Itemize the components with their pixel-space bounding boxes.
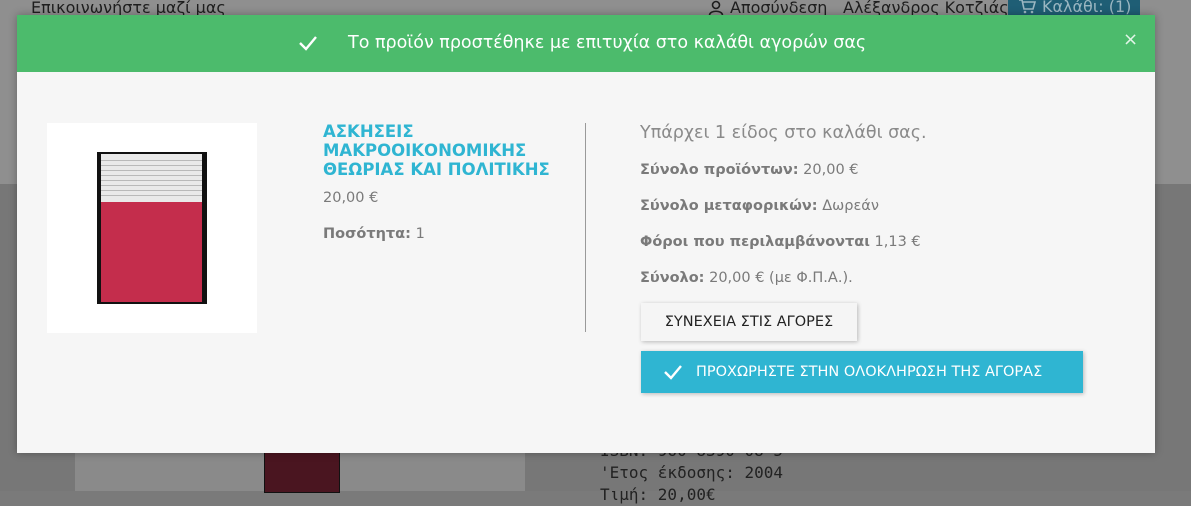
price-text: Τιμή: 20,00€ bbox=[600, 485, 716, 504]
products-total-value: 20,00 € bbox=[803, 162, 859, 178]
modal-header: Το προϊόν προστέθηκε με επιτυχία στο καλ… bbox=[17, 15, 1155, 72]
cart-icon bbox=[1019, 0, 1036, 14]
cart-count-text: Υπάρχει 1 είδος στο καλάθι σας. bbox=[640, 123, 927, 143]
grand-total: Σύνολο: 20,00 € (με Φ.Π.Α.). bbox=[640, 270, 853, 286]
product-cover-image bbox=[264, 452, 340, 493]
products-total: Σύνολο προϊόντων: 20,00 € bbox=[640, 162, 859, 178]
product-image bbox=[47, 123, 257, 333]
product-name: Ασκησεις Μακροοικονομικης Θεωριας και Πο… bbox=[323, 122, 550, 179]
quantity-value: 1 bbox=[415, 226, 425, 242]
taxes-label: Φόροι που περιλαμβάνονται bbox=[640, 234, 870, 250]
taxes-value: 1,13 € bbox=[874, 234, 921, 250]
check-icon bbox=[664, 365, 682, 380]
product-quantity: Ποσότητα: 1 bbox=[323, 226, 425, 242]
divider bbox=[585, 123, 586, 332]
total-label: Σύνολο: bbox=[640, 270, 705, 286]
quantity-label: Ποσότητα: bbox=[323, 226, 411, 242]
taxes-total: Φόροι που περιλαμβάνονται 1,13 € bbox=[640, 234, 921, 250]
add-to-cart-modal: Το προϊόν προστέθηκε με επιτυχία στο καλ… bbox=[17, 15, 1155, 453]
shipping-value: Δωρεάν bbox=[822, 198, 879, 214]
checkout-button[interactable]: ΠΡΟΧΩΡΗΣΤΕ ΣΤΗΝ ΟΛΟΚΛΗΡΩΣΗ ΤΗΣ ΑΓΟΡΑΣ bbox=[641, 351, 1083, 393]
total-value: 20,00 € (με Φ.Π.Α.). bbox=[709, 270, 853, 286]
user-icon bbox=[708, 0, 724, 15]
book-cover-icon bbox=[97, 152, 207, 304]
product-price: 20,00 € bbox=[323, 190, 379, 206]
close-button[interactable]: × bbox=[1123, 29, 1138, 50]
continue-shopping-label: ΣΥΝΕΧΕΙΑ ΣΤΙΣ ΑΓΟΡΕΣ bbox=[664, 314, 834, 330]
check-icon bbox=[299, 36, 317, 51]
continue-shopping-button[interactable]: ΣΥΝΕΧΕΙΑ ΣΤΙΣ ΑΓΟΡΕΣ bbox=[641, 303, 857, 341]
modal-title: Το προϊόν προστέθηκε με επιτυχία στο καλ… bbox=[348, 33, 867, 53]
cart-label: Καλάθι: (1) bbox=[1042, 0, 1132, 16]
checkout-label: ΠΡΟΧΩΡΗΣΤΕ ΣΤΗΝ ΟΛΟΚΛΗΡΩΣΗ ΤΗΣ ΑΓΟΡΑΣ bbox=[696, 364, 1043, 380]
year-text: 'Ετος έκδοσης: 2004 bbox=[600, 463, 784, 482]
shipping-total: Σύνολο μεταφορικών: Δωρεάν bbox=[640, 198, 879, 214]
products-total-label: Σύνολο προϊόντων: bbox=[640, 162, 799, 178]
shipping-label: Σύνολο μεταφορικών: bbox=[640, 198, 818, 214]
